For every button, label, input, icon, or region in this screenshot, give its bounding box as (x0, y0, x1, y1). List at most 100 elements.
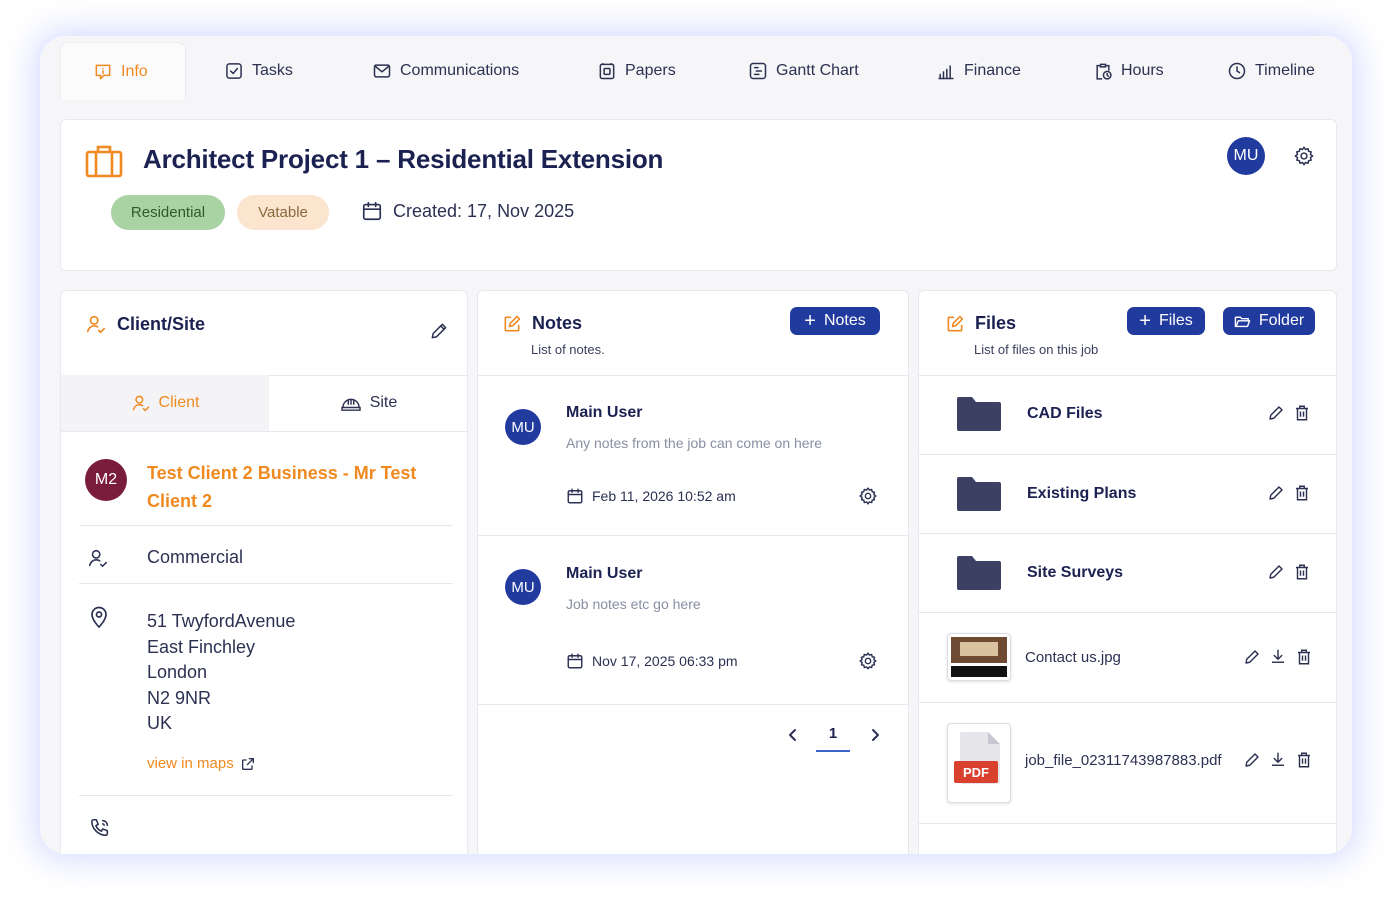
divider (919, 533, 1337, 534)
note-date-text: Feb 11, 2026 10:52 am (592, 488, 736, 504)
papers-icon (599, 63, 615, 80)
add-files-label: Files (1158, 312, 1193, 329)
trash-icon[interactable] (1293, 484, 1311, 502)
chevron-right-icon[interactable] (868, 727, 882, 743)
edit-pencil-icon[interactable] (1267, 484, 1285, 502)
client-site-panel: Client/Site Client Site M2 Test Client 2… (60, 290, 468, 854)
client-avatar: M2 (85, 459, 127, 501)
folder-actions (1267, 404, 1311, 422)
gear-icon[interactable] (858, 651, 878, 671)
files-heading: Files (945, 313, 1016, 334)
note-avatar: MU (505, 569, 541, 605)
created-text: Created: 17, Nov 2025 (393, 200, 575, 221)
location-pin-icon (91, 606, 107, 629)
divider (919, 454, 1337, 455)
notes-heading: Notes (502, 313, 582, 334)
folder-icon (957, 397, 1001, 431)
edit-pencil-icon[interactable] (1243, 751, 1261, 769)
tab-bar: Info Tasks Communications Papers Gantt C… (40, 36, 1352, 100)
edit-pencil-icon[interactable] (1243, 648, 1261, 666)
edit-note-icon (504, 315, 521, 331)
divider (79, 795, 453, 796)
briefcase-icon (85, 145, 123, 178)
project-header-card: Architect Project 1 – Residential Extens… (60, 119, 1337, 271)
edit-pencil-icon[interactable] (429, 321, 449, 341)
edit-pencil-icon[interactable] (1267, 563, 1285, 581)
address-line: London (147, 662, 208, 682)
file-actions (1243, 751, 1313, 769)
divider (919, 375, 1337, 376)
tab-label: Info (121, 62, 148, 80)
divider (79, 525, 453, 526)
file-name[interactable]: Contact us.jpg (1025, 649, 1121, 666)
thumbnail-bar (951, 666, 1007, 677)
calendar-icon (567, 653, 583, 669)
folder-name[interactable]: CAD Files (1027, 405, 1103, 423)
view-in-maps-label: view in maps (147, 755, 234, 772)
external-link-icon (241, 757, 254, 770)
client-address: 51 TwyfordAvenue East Finchley London N2… (147, 609, 295, 737)
tag-vatable: Vatable (237, 195, 329, 230)
tab-label: Hours (1121, 62, 1164, 79)
download-icon[interactable] (1269, 751, 1287, 769)
note-date-text: Nov 17, 2025 06:33 pm (592, 653, 738, 669)
calendar-icon (362, 201, 382, 221)
chevron-left-icon[interactable] (786, 727, 800, 743)
note-body: Any notes from the job can come on here (566, 435, 823, 451)
trash-icon[interactable] (1295, 648, 1313, 666)
client-name-link[interactable]: Test Client 2 Business - Mr Test Client … (147, 459, 437, 515)
notes-subtitle: List of notes. (531, 342, 605, 357)
divider (61, 431, 468, 432)
add-note-label: Notes (823, 312, 866, 329)
add-folder-button[interactable]: Folder (1223, 307, 1315, 335)
thumbnail-highlight (960, 642, 998, 656)
tab-info[interactable]: Info (60, 42, 186, 100)
download-icon[interactable] (1269, 648, 1287, 666)
gear-icon[interactable] (1293, 145, 1315, 167)
tab-client[interactable]: Client (61, 375, 269, 431)
tab-gantt-chart[interactable]: Gantt Chart (748, 42, 859, 100)
pdf-thumbnail[interactable]: PDF (947, 723, 1011, 803)
folder-name[interactable]: Site Surveys (1027, 564, 1123, 582)
files-title: Files (975, 313, 1017, 333)
bar-chart-icon (938, 65, 954, 80)
divider (79, 583, 453, 584)
gear-icon[interactable] (858, 486, 878, 506)
tab-papers[interactable]: Papers (597, 42, 676, 100)
pagination-page[interactable]: 1 (816, 725, 850, 742)
trash-icon[interactable] (1293, 563, 1311, 581)
tab-communications[interactable]: Communications (372, 42, 519, 100)
info-chat-icon (95, 64, 111, 79)
tab-site[interactable]: Site (269, 375, 468, 431)
add-note-button[interactable]: + Notes (790, 307, 880, 335)
add-folder-label: Folder (1258, 312, 1305, 329)
note-author: Main User (566, 404, 643, 421)
tab-label: Papers (625, 62, 676, 79)
folder-name[interactable]: Existing Plans (1027, 485, 1136, 503)
tab-timeline[interactable]: Timeline (1227, 42, 1315, 100)
trash-icon[interactable] (1293, 404, 1311, 422)
tab-tasks[interactable]: Tasks (224, 42, 293, 100)
tab-finance[interactable]: Finance (936, 42, 1021, 100)
tab-client-label: Client (158, 394, 200, 411)
created-date: Created: 17, Nov 2025 (361, 200, 574, 222)
note-date: Feb 11, 2026 10:52 am (566, 487, 736, 505)
file-name[interactable]: job_file_02311743987883.pdf (1025, 752, 1222, 769)
view-in-maps-link[interactable]: view in maps (147, 755, 256, 772)
note-avatar: MU (505, 409, 541, 445)
active-page-underline (816, 750, 850, 752)
edit-pencil-icon[interactable] (1267, 404, 1285, 422)
edit-note-icon (947, 315, 964, 331)
pdf-badge: PDF (954, 761, 998, 783)
note-author: Main User (566, 565, 643, 582)
image-thumbnail[interactable] (947, 633, 1011, 681)
trash-icon[interactable] (1295, 751, 1313, 769)
clock-icon (1228, 62, 1246, 80)
tab-hours[interactable]: Hours (1093, 42, 1164, 100)
calendar-icon (567, 488, 583, 504)
avatar[interactable]: MU (1227, 137, 1265, 175)
user-icon (132, 395, 149, 412)
address-line: 51 TwyfordAvenue (147, 611, 296, 631)
add-files-button[interactable]: + Files (1127, 307, 1205, 335)
notes-panel: Notes List of notes. + Notes MU Main Use… (477, 290, 909, 854)
